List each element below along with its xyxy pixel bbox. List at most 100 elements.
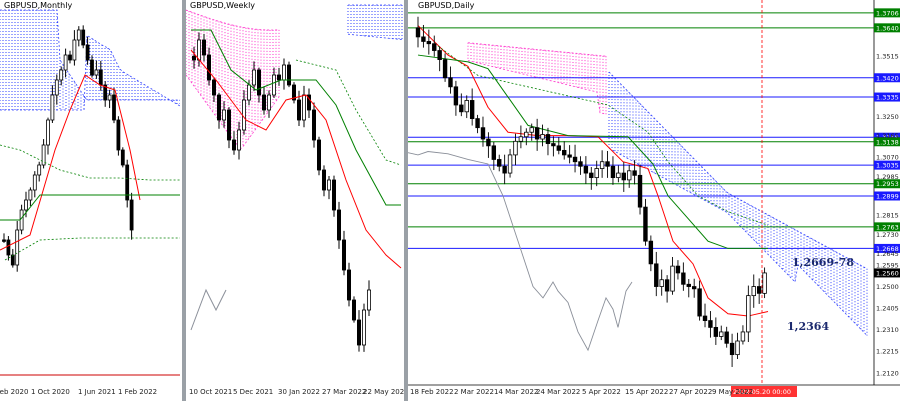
daily-candle-33 xyxy=(594,168,599,179)
monthly-candle-14 xyxy=(63,54,68,71)
daily-candle-54 xyxy=(708,320,713,328)
daily-candle-58 xyxy=(729,342,735,356)
daily-candle-20 xyxy=(524,131,529,138)
daily-ytick-8: 1.3070 xyxy=(876,154,899,162)
weekly-candle-28 xyxy=(331,179,336,211)
monthly-candle-8 xyxy=(37,164,42,176)
monthly-candle-18 xyxy=(81,29,86,46)
daily-candle-28 xyxy=(567,154,572,158)
weekly-cloud-a-span-a xyxy=(186,9,280,31)
weekly-candle-25 xyxy=(316,139,321,171)
daily-candle-59 xyxy=(735,340,740,356)
monthly-candle-15 xyxy=(68,54,72,61)
daily-candle-61 xyxy=(746,295,751,333)
daily-candle-0 xyxy=(415,27,421,38)
daily-ytick-6: 1.3165 xyxy=(876,132,899,140)
daily-candle-62 xyxy=(751,286,756,297)
daily-title-text: GBPUSD,Daily xyxy=(418,1,475,10)
monthly-candle-29 xyxy=(129,199,134,231)
weekly-candle-29 xyxy=(336,209,341,241)
daily-kijun-dash xyxy=(437,45,769,226)
daily-candle-22 xyxy=(534,127,540,140)
daily-level-tag-text-7: 1.2953 xyxy=(876,180,899,188)
weekly-chart-panel[interactable]: GBPUSD,Weekly 10 Oct 2021 5 Dec 2021 30 … xyxy=(186,0,404,401)
monthly-candle-11 xyxy=(50,94,55,121)
daily-candle-57 xyxy=(724,331,729,344)
monthly-candle-17 xyxy=(76,29,81,41)
daily-cloud-b-span-b xyxy=(608,147,868,336)
weekly-candle-6 xyxy=(222,109,227,121)
daily-candle-46 xyxy=(664,279,670,292)
weekly-candle-31 xyxy=(346,269,351,301)
daily-ytick-21: 1.2405 xyxy=(876,305,899,313)
daily-candle-30 xyxy=(578,161,583,167)
weekly-title-text: GBPUSD,Weekly xyxy=(190,1,256,10)
daily-candle-38 xyxy=(621,172,626,181)
daily-ytick-13: 1.2815 xyxy=(876,212,899,220)
daily-chikou xyxy=(408,151,633,352)
daily-candle-16 xyxy=(502,165,507,174)
daily-candle-29 xyxy=(572,156,578,163)
daily-ytick-23: 1.2215 xyxy=(876,348,899,356)
daily-candle-27 xyxy=(562,149,567,156)
daily-candle-26 xyxy=(556,145,561,151)
daily-current-price-text: 1.2560 xyxy=(876,269,899,277)
daily-tenkan xyxy=(417,25,769,317)
weekly-candle-18 xyxy=(282,64,287,81)
weekly-candle-21 xyxy=(297,99,302,121)
daily-level-tag-text-1: 1.3640 xyxy=(876,24,899,32)
monthly-candle-7 xyxy=(32,174,37,191)
weekly-candle-12 xyxy=(252,69,257,86)
monthly-candle-21 xyxy=(94,69,99,76)
daily-candle-12 xyxy=(480,127,486,140)
daily-candle-64 xyxy=(762,272,767,294)
weekly-candle-3 xyxy=(206,54,211,81)
daily-candle-4 xyxy=(437,50,442,61)
weekly-candle-11 xyxy=(247,84,252,101)
monthly-candle-19 xyxy=(85,44,90,61)
daily-candle-17 xyxy=(507,154,513,174)
daily-candle-47 xyxy=(670,265,675,292)
daily-candle-39 xyxy=(626,170,632,181)
daily-ytick-5: 1.3250 xyxy=(876,113,899,121)
weekly-candle-14 xyxy=(262,94,267,111)
weekly-candle-19 xyxy=(287,64,292,86)
monthly-candle-16 xyxy=(72,39,77,61)
weekly-candle-22 xyxy=(302,94,307,121)
daily-title: GBPUSD,Daily xyxy=(418,1,474,10)
daily-candle-50 xyxy=(686,283,691,287)
daily-kijun xyxy=(417,54,768,249)
daily-candle-51 xyxy=(691,286,697,290)
daily-candle-37 xyxy=(616,172,621,179)
monthly-chart-panel[interactable]: GBPUSD,Monthly Feb 2020 1 Oct 2020 1 Jun… xyxy=(0,0,180,401)
monthly-senkou-dash xyxy=(0,144,180,181)
weekly-chart xyxy=(186,4,403,352)
daily-candle-5 xyxy=(442,59,448,79)
weekly-candle-30 xyxy=(341,239,346,271)
daily-candle-21 xyxy=(529,127,534,133)
daily-chart-panel[interactable]: 1.37061.36401.34201.33351.31581.31381.30… xyxy=(408,0,900,401)
weekly-candle-33 xyxy=(356,319,361,346)
monthly-candle-27 xyxy=(120,149,125,166)
daily-candle-34 xyxy=(599,161,605,169)
monthly-candle-24 xyxy=(107,94,112,101)
monthly-candle-0 xyxy=(2,239,6,242)
daily-candle-11 xyxy=(475,118,480,129)
weekly-candle-9 xyxy=(237,129,242,151)
daily-level-tag-text-8: 1.2899 xyxy=(876,192,899,200)
daily-candle-9 xyxy=(464,100,469,113)
daily-ytick-14: 1.2730 xyxy=(876,231,899,239)
daily-level-tag-text-2: 1.3420 xyxy=(876,74,899,82)
daily-candle-24 xyxy=(545,134,551,144)
daily-level-tag-text-0: 1.3706 xyxy=(876,9,899,17)
daily-candle-53 xyxy=(702,315,708,321)
daily-ytick-17: 1.2645 xyxy=(876,250,899,258)
weekly-candle-15 xyxy=(267,94,272,111)
daily-ytick-18: 1.2595 xyxy=(876,261,899,269)
daily-candle-32 xyxy=(589,172,594,179)
daily-candle-1 xyxy=(421,36,426,42)
daily-candle-35 xyxy=(605,161,610,167)
weekly-candle-7 xyxy=(227,109,232,141)
daily-candle-18 xyxy=(513,140,518,156)
daily-candle-19 xyxy=(518,136,524,142)
